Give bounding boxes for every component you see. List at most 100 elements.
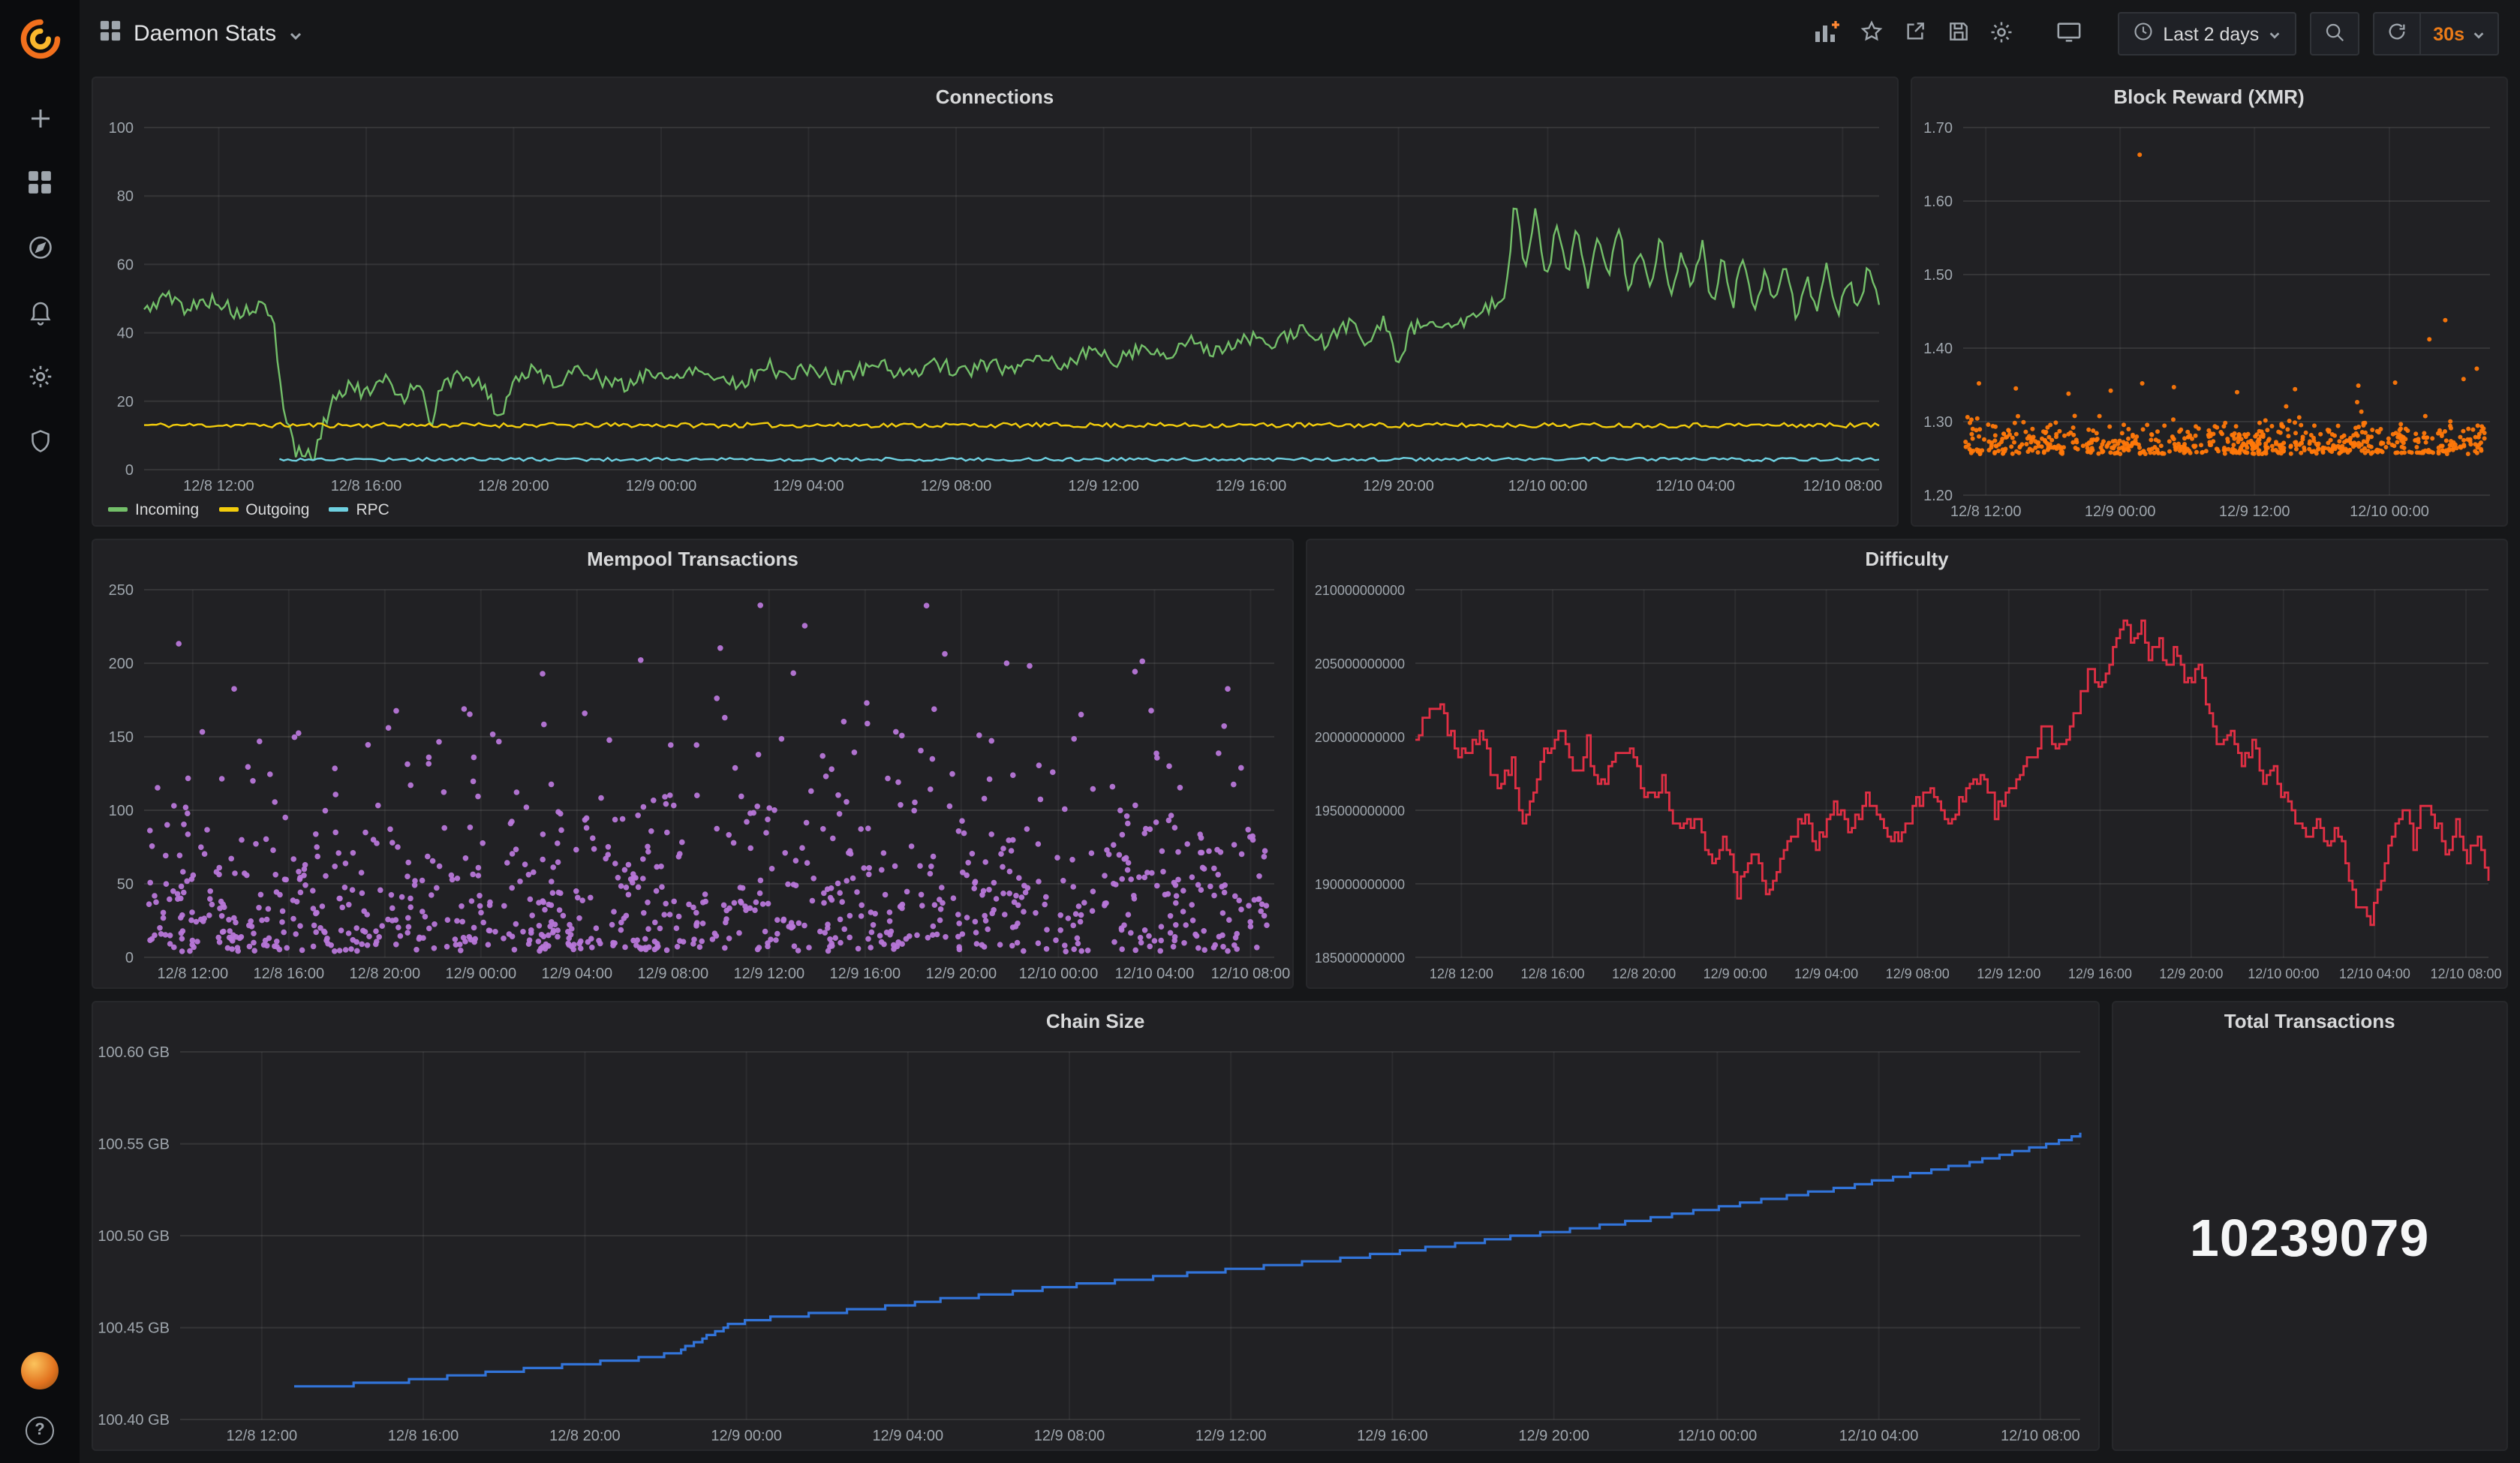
save-button[interactable] <box>1939 14 1977 53</box>
svg-text:12/9 12:00: 12/9 12:00 <box>1068 478 1139 494</box>
chevron-down-icon <box>2268 29 2281 42</box>
svg-text:100.50 GB: 100.50 GB <box>98 1228 170 1245</box>
connections-chart[interactable]: 02040608010012/8 12:0012/8 16:0012/8 20:… <box>93 116 1896 500</box>
row-3: Chain Size 100.40 GB100.45 GB100.50 GB10… <box>92 1001 2508 1451</box>
panel-title[interactable]: Connections <box>93 78 1896 116</box>
svg-text:12/9 20:00: 12/9 20:00 <box>2159 966 2223 981</box>
svg-text:50: 50 <box>117 876 134 893</box>
panel-total-transactions: Total Transactions 10239079 <box>2111 1001 2508 1451</box>
refresh-interval-dropdown[interactable]: 30s <box>2419 14 2497 54</box>
panel-block-reward: Block Reward (XMR) 1.201.301.401.501.601… <box>1910 77 2508 527</box>
panel-chain-size: Chain Size 100.40 GB100.45 GB100.50 GB10… <box>92 1001 2099 1451</box>
panel-title[interactable]: Block Reward (XMR) <box>1911 78 2506 116</box>
legend-item[interactable]: RPC <box>329 500 389 518</box>
tv-icon <box>2055 19 2083 49</box>
grid-icon <box>27 170 53 200</box>
svg-text:12/9 16:00: 12/9 16:00 <box>1357 1428 1428 1444</box>
svg-text:12/8 16:00: 12/8 16:00 <box>254 966 325 982</box>
sidebar-item-configuration[interactable] <box>17 360 62 396</box>
svg-text:12/8 20:00: 12/8 20:00 <box>478 478 549 494</box>
svg-text:12/9 12:00: 12/9 12:00 <box>734 966 805 982</box>
svg-text:20: 20 <box>117 394 134 410</box>
svg-text:185000000000: 185000000000 <box>1315 951 1405 966</box>
panel-title[interactable]: Chain Size <box>93 1002 2097 1040</box>
row-2: Mempool Transactions 05010015020025012/8… <box>92 539 2508 989</box>
sidebar-item-help[interactable]: ? <box>17 1412 62 1448</box>
legend-item[interactable]: Outgoing <box>218 500 309 518</box>
legend-item[interactable]: Incoming <box>108 500 199 518</box>
svg-text:12/9 00:00: 12/9 00:00 <box>626 478 697 494</box>
chevron-down-icon <box>2472 29 2485 42</box>
svg-text:12/10 08:00: 12/10 08:00 <box>2430 966 2501 981</box>
chain-size-chart[interactable]: 100.40 GB100.45 GB100.50 GB100.55 GB100.… <box>93 1040 2097 1449</box>
svg-text:12/10 08:00: 12/10 08:00 <box>1211 966 1291 982</box>
panel-title[interactable]: Mempool Transactions <box>93 540 1292 578</box>
svg-text:205000000000: 205000000000 <box>1315 656 1405 671</box>
refresh-picker: 30s <box>2373 12 2499 56</box>
svg-text:12/9 08:00: 12/9 08:00 <box>1886 966 1950 981</box>
svg-text:12/9 08:00: 12/9 08:00 <box>638 966 709 982</box>
svg-text:12/9 04:00: 12/9 04:00 <box>1794 966 1858 981</box>
grafana-logo[interactable] <box>10 9 70 69</box>
svg-text:12/8 16:00: 12/8 16:00 <box>331 478 402 494</box>
svg-text:12/10 04:00: 12/10 04:00 <box>1839 1428 1919 1444</box>
sidebar-item-explore[interactable] <box>17 231 62 267</box>
panel-title[interactable]: Total Transactions <box>2113 1002 2506 1040</box>
svg-text:12/8 12:00: 12/8 12:00 <box>227 1428 298 1444</box>
share-button[interactable] <box>1896 14 1933 53</box>
svg-text:12/8 12:00: 12/8 12:00 <box>1950 503 2021 520</box>
cycle-view-button[interactable] <box>2050 14 2088 53</box>
svg-text:12/10 04:00: 12/10 04:00 <box>2339 966 2410 981</box>
dashboard-icon <box>99 19 122 49</box>
svg-text:12/8 12:00: 12/8 12:00 <box>1430 966 1493 981</box>
svg-text:1.40: 1.40 <box>1923 341 1952 357</box>
time-range-picker[interactable]: Last 2 days <box>2118 12 2296 56</box>
panel-title[interactable]: Difficulty <box>1307 540 2506 578</box>
svg-text:100.55 GB: 100.55 GB <box>98 1137 170 1153</box>
mempool-chart[interactable]: 05010015020025012/8 12:0012/8 16:0012/8 … <box>93 578 1292 987</box>
svg-text:100: 100 <box>109 803 134 819</box>
svg-text:12/9 16:00: 12/9 16:00 <box>2068 966 2132 981</box>
sidebar-item-profile[interactable] <box>17 1352 62 1388</box>
chevron-down-icon <box>288 28 303 43</box>
svg-text:200000000000: 200000000000 <box>1315 730 1405 745</box>
shield-icon <box>26 427 53 458</box>
compass-icon <box>26 233 53 265</box>
svg-text:150: 150 <box>109 729 134 746</box>
svg-text:12/9 20:00: 12/9 20:00 <box>1518 1428 1589 1444</box>
refresh-button[interactable] <box>2374 14 2419 54</box>
sidebar-item-create[interactable] <box>17 102 62 138</box>
star-button[interactable] <box>1852 14 1890 53</box>
add-panel-button[interactable] <box>1809 14 1846 53</box>
panel-difficulty: Difficulty 18500000000019000000000019500… <box>1306 539 2508 989</box>
row-1: Connections 02040608010012/8 12:0012/8 1… <box>92 77 2508 527</box>
block-reward-chart[interactable]: 1.201.301.401.501.601.7012/8 12:0012/9 0… <box>1911 116 2506 525</box>
svg-text:12/9 16:00: 12/9 16:00 <box>830 966 901 982</box>
svg-text:210000000000: 210000000000 <box>1315 583 1405 598</box>
svg-text:1.20: 1.20 <box>1923 488 1952 504</box>
search-icon <box>2323 20 2346 47</box>
svg-text:12/10 08:00: 12/10 08:00 <box>1803 478 1883 494</box>
svg-text:195000000000: 195000000000 <box>1315 804 1405 819</box>
zoom-out-button[interactable] <box>2310 12 2359 56</box>
sidebar-item-alerting[interactable] <box>17 296 62 332</box>
svg-text:12/9 12:00: 12/9 12:00 <box>1195 1428 1267 1444</box>
gear-icon <box>1989 19 2014 49</box>
dashboard-title[interactable]: Daemon Stats <box>134 21 276 47</box>
svg-text:100.45 GB: 100.45 GB <box>98 1320 170 1337</box>
dashboard-settings-button[interactable] <box>1983 14 2020 53</box>
sidebar-item-server-admin[interactable] <box>17 425 62 461</box>
refresh-icon <box>2386 21 2407 47</box>
sidebar-bottom: ? <box>17 1352 62 1448</box>
svg-text:12/9 08:00: 12/9 08:00 <box>1034 1428 1105 1444</box>
sidebar-item-dashboards[interactable] <box>17 167 62 203</box>
star-icon <box>1859 20 1883 48</box>
svg-text:12/9 04:00: 12/9 04:00 <box>542 966 613 982</box>
svg-text:12/10 08:00: 12/10 08:00 <box>2001 1428 2080 1444</box>
svg-text:12/10 00:00: 12/10 00:00 <box>2349 503 2428 520</box>
panel-mempool-transactions: Mempool Transactions 05010015020025012/8… <box>92 539 1294 989</box>
difficulty-chart[interactable]: 1850000000001900000000001950000000002000… <box>1307 578 2506 987</box>
svg-text:12/10 00:00: 12/10 00:00 <box>1019 966 1099 982</box>
sidebar: ? <box>0 0 80 1463</box>
svg-text:12/8 12:00: 12/8 12:00 <box>183 478 254 494</box>
